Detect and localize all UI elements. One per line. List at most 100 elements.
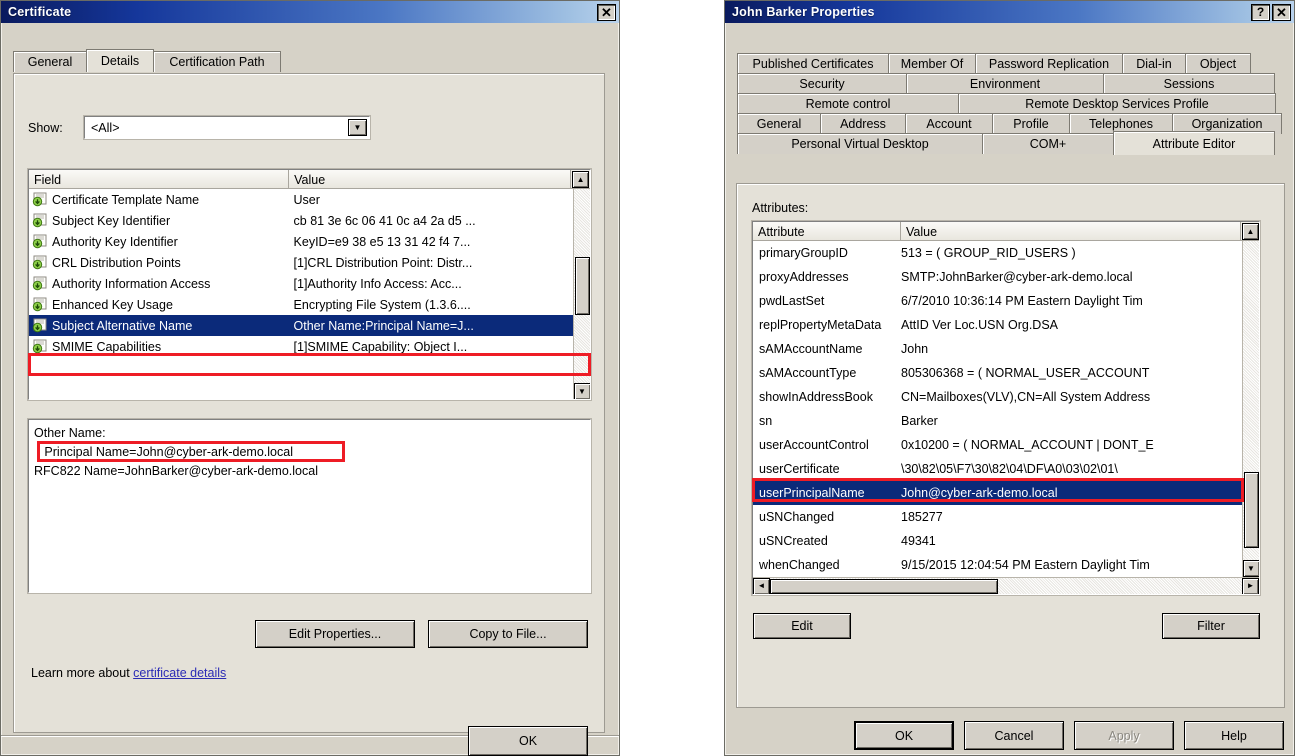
tab-security[interactable]: Security	[737, 73, 907, 94]
field-list-vscroll-track-upper[interactable]	[574, 189, 591, 257]
table-row[interactable]: userPrincipalNameJohn@cyber-ark-demo.loc…	[753, 481, 1242, 505]
tab-label: Environment	[970, 77, 1040, 91]
field-value: Other Name:Principal Name=J...	[294, 319, 573, 333]
attribute-name: sAMAccountName	[759, 342, 901, 356]
help-icon[interactable]: ?	[1251, 4, 1270, 21]
table-row[interactable]: Subject Key Identifiercb 81 3e 6c 06 41 …	[29, 210, 573, 231]
filter-button[interactable]: Filter	[1162, 613, 1260, 639]
tab-published-certificates[interactable]: Published Certificates	[737, 53, 889, 74]
attribute-name: pwdLastSet	[759, 294, 901, 308]
attribute-scroll-right[interactable]: ►	[1242, 578, 1259, 595]
attribute-list-scroll-down[interactable]: ▼	[1243, 560, 1260, 577]
attribute-value: John	[901, 342, 1231, 356]
certificate-field-icon	[32, 255, 48, 270]
table-row[interactable]: uSNCreated49341	[753, 529, 1242, 553]
field-list-vscroll-thumb[interactable]	[575, 257, 590, 315]
field-value: [1]SMIME Capability: Object I...	[294, 340, 573, 354]
tab-member-of[interactable]: Member Of	[888, 53, 976, 74]
copy-to-file-button[interactable]: Copy to File...	[428, 620, 588, 648]
tab-general-label: General	[28, 55, 72, 69]
certificate-detail-pane[interactable]: Other Name: Principal Name=John@cyber-ar…	[28, 419, 591, 593]
column-attribute[interactable]: Attribute	[753, 222, 901, 240]
tab-general[interactable]: General	[13, 51, 87, 72]
tab-personal-virtual-desktop[interactable]: Personal Virtual Desktop	[737, 133, 983, 154]
table-row[interactable]: whenChanged9/15/2015 12:04:54 PM Eastern…	[753, 553, 1242, 577]
table-row[interactable]: SMIME Capabilities[1]SMIME Capability: O…	[29, 336, 573, 357]
attribute-vscroll-thumb[interactable]	[1244, 472, 1259, 548]
tab-certification-path[interactable]: Certification Path	[153, 51, 281, 72]
attribute-value: \30\82\05\F7\30\82\04\DF\A0\03\02\01\	[901, 462, 1231, 476]
column-field[interactable]: Field	[29, 170, 289, 188]
tab-general[interactable]: General	[737, 113, 821, 134]
table-row[interactable]: showInAddressBookCN=Mailboxes(VLV),CN=Al…	[753, 385, 1242, 409]
close-icon[interactable]: ✕	[1272, 4, 1291, 21]
tab-object[interactable]: Object	[1185, 53, 1251, 74]
field-list-rows: Certificate Template NameUserSubject Key…	[29, 189, 573, 399]
tab-environment[interactable]: Environment	[906, 73, 1104, 94]
table-row[interactable]: sAMAccountType805306368 = ( NORMAL_USER_…	[753, 361, 1242, 385]
field-list-vscrollbar[interactable]: ▼	[573, 189, 590, 399]
attribute-list-scroll-up[interactable]: ▲	[1242, 223, 1259, 240]
attribute-list-hscrollbar[interactable]: ◄ ►	[753, 577, 1259, 594]
tab-attribute-editor[interactable]: Attribute Editor	[1113, 131, 1275, 155]
tab-password-replication[interactable]: Password Replication	[975, 53, 1123, 74]
table-row[interactable]: replPropertyMetaData AttID Ver Loc.USN O…	[753, 313, 1242, 337]
properties-help-button[interactable]: Help	[1184, 721, 1284, 750]
attribute-vscroll-track-upper[interactable]	[1243, 241, 1260, 472]
attribute-value: 9/15/2015 12:04:54 PM Eastern Daylight T…	[901, 558, 1231, 572]
field-list-vscroll-track-lower[interactable]	[574, 315, 591, 383]
field-list-scroll-up[interactable]: ▲	[572, 171, 589, 188]
attribute-list[interactable]: Attribute Value ▲ primaryGroupID513 = ( …	[752, 221, 1260, 595]
attribute-list-body: primaryGroupID513 = ( GROUP_RID_USERS )p…	[753, 241, 1259, 577]
attribute-hscroll-thumb[interactable]	[770, 579, 998, 594]
table-row[interactable]: Subject Alternative NameOther Name:Princ…	[29, 315, 573, 336]
attribute-value: 185277	[901, 510, 1231, 524]
table-row[interactable]: sAMAccountNameJohn	[753, 337, 1242, 361]
table-row[interactable]: CRL Distribution Points[1]CRL Distributi…	[29, 252, 573, 273]
tab-com-[interactable]: COM+	[982, 133, 1114, 154]
attribute-vscroll-track-lower[interactable]	[1243, 548, 1260, 560]
certificate-field-icon	[32, 297, 48, 312]
certificate-ok-button[interactable]: OK	[468, 726, 588, 756]
properties-cancel-button[interactable]: Cancel	[964, 721, 1064, 750]
tab-label: Member Of	[901, 57, 964, 71]
edit-properties-button[interactable]: Edit Properties...	[255, 620, 415, 648]
tab-details[interactable]: Details	[86, 49, 154, 72]
field-list-scroll-down[interactable]: ▼	[574, 383, 591, 399]
tab-remote-desktop-services-profile[interactable]: Remote Desktop Services Profile	[958, 93, 1276, 114]
table-row[interactable]: Certificate Template NameUser	[29, 189, 573, 210]
tab-dial-in[interactable]: Dial-in	[1122, 53, 1186, 74]
tab-profile[interactable]: Profile	[992, 113, 1070, 134]
attribute-scroll-left[interactable]: ◄	[753, 578, 770, 595]
attribute-value: SMTP:JohnBarker@cyber-ark-demo.local	[901, 270, 1231, 284]
tab-address[interactable]: Address	[820, 113, 906, 134]
tab-sessions[interactable]: Sessions	[1103, 73, 1275, 94]
table-row[interactable]: Enhanced Key UsageEncrypting File System…	[29, 294, 573, 315]
table-row[interactable]: primaryGroupID513 = ( GROUP_RID_USERS )	[753, 241, 1242, 265]
table-row[interactable]: snBarker	[753, 409, 1242, 433]
certificate-details-link[interactable]: certificate details	[133, 666, 226, 680]
tab-label: Dial-in	[1136, 57, 1171, 71]
table-row[interactable]: Authority Information Access[1]Authority…	[29, 273, 573, 294]
close-icon[interactable]: ✕	[597, 4, 616, 21]
column-value[interactable]: Value	[901, 222, 1241, 240]
table-row[interactable]: pwdLastSet6/7/2010 10:36:14 PM Eastern D…	[753, 289, 1242, 313]
attribute-value: 513 = ( GROUP_RID_USERS )	[901, 246, 1231, 260]
attribute-name: showInAddressBook	[759, 390, 901, 404]
properties-ok-button[interactable]: OK	[854, 721, 954, 750]
edit-button[interactable]: Edit	[753, 613, 851, 639]
attribute-list-vscrollbar[interactable]: ▼	[1242, 241, 1259, 577]
certificate-field-list[interactable]: Field Value ▲ Certificate Template NameU…	[28, 169, 591, 400]
table-row[interactable]: proxyAddressesSMTP:JohnBarker@cyber-ark-…	[753, 265, 1242, 289]
chevron-down-icon[interactable]: ▼	[348, 119, 367, 136]
tab-remote-control[interactable]: Remote control	[737, 93, 959, 114]
tab-account[interactable]: Account	[905, 113, 993, 134]
table-row[interactable]: userCertificate\30\82\05\F7\30\82\04\DF\…	[753, 457, 1242, 481]
show-select[interactable]: <All> ▼	[84, 116, 370, 139]
table-row[interactable]: uSNChanged185277	[753, 505, 1242, 529]
table-row[interactable]: Authority Key IdentifierKeyID=e9 38 e5 1…	[29, 231, 573, 252]
table-row[interactable]: userAccountControl0x10200 = ( NORMAL_ACC…	[753, 433, 1242, 457]
properties-tab-row: Remote controlRemote Desktop Services Pr…	[737, 93, 1285, 114]
properties-tab-row: Security Environment Sessions	[737, 73, 1285, 94]
column-value[interactable]: Value	[289, 170, 571, 188]
